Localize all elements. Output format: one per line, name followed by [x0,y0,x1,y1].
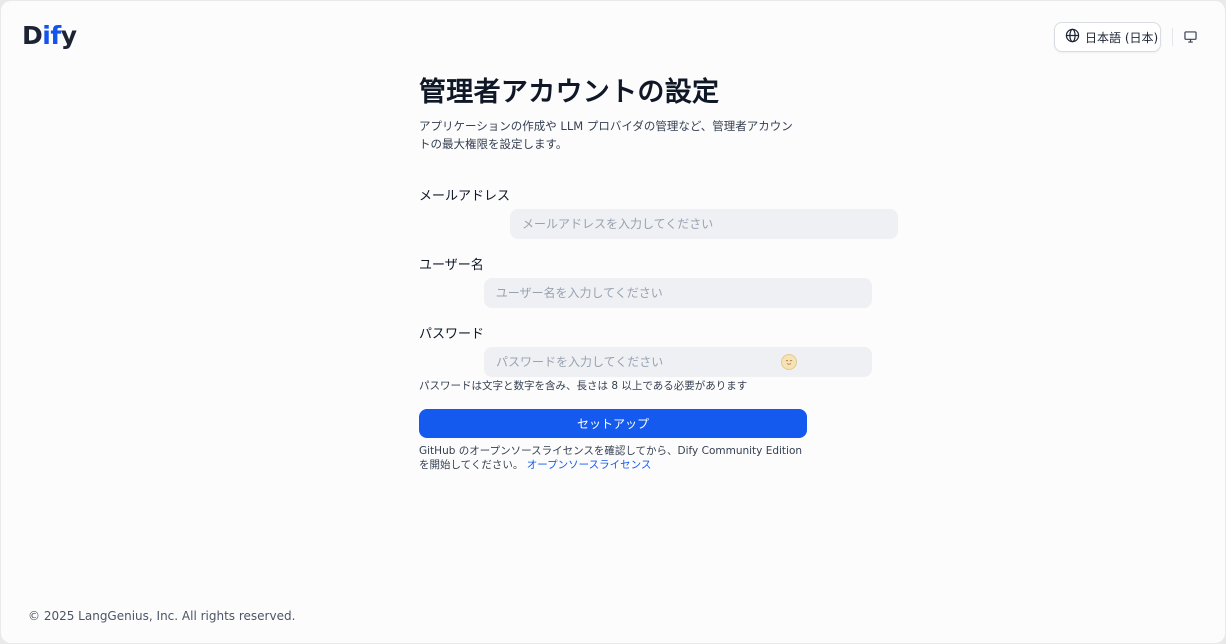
language-label: 日本語 (日本) [1085,30,1159,45]
username-input[interactable] [483,278,872,308]
password-hint: パスワードは文字と数字を含み、長さは 8 以上である必要があります [419,380,748,392]
license-notice: GitHub のオープンソースライセンスを確認してから、Dify Communi… [419,444,807,472]
logo-text-start: D [22,21,43,50]
email-field-group: メールアドレス [419,185,899,239]
monitor-icon [1183,28,1197,47]
password-input[interactable] [484,347,873,377]
page-title: 管理者アカウントの設定 [419,77,720,108]
header-divider [1172,28,1173,46]
language-selector[interactable]: 日本語 (日本) [1054,22,1161,52]
username-field-group: ユーザー名 [419,254,872,308]
app-window: Dify 日本語 (日本) 管理者アカウントの設定 アプリケーションの作成や L… [1,1,1225,643]
password-field-group: パスワード [419,323,873,377]
setup-form: 管理者アカウントの設定 アプリケーションの作成や LLM プロバイダの管理など、… [419,73,899,471]
password-label: パスワード [419,327,485,342]
page-description: アプリケーションの作成や LLM プロバイダの管理など、管理者アカウントの最大権… [419,119,793,151]
show-password-icon[interactable] [781,354,797,370]
license-link[interactable]: オープンソースライセンス [527,459,652,471]
footer-copyright: © 2025 LangGenius, Inc. All rights reser… [28,609,296,623]
email-label: メールアドレス [419,189,511,204]
logo-text-accent: if [42,21,61,50]
theme-toggle-button[interactable] [1179,27,1201,47]
username-label: ユーザー名 [419,258,484,273]
setup-button[interactable]: セットアップ [419,409,807,438]
email-input[interactable] [510,209,899,239]
globe-icon [1065,28,1080,46]
logo-text-end: y [60,21,77,50]
dify-logo[interactable]: Dify [22,21,77,51]
